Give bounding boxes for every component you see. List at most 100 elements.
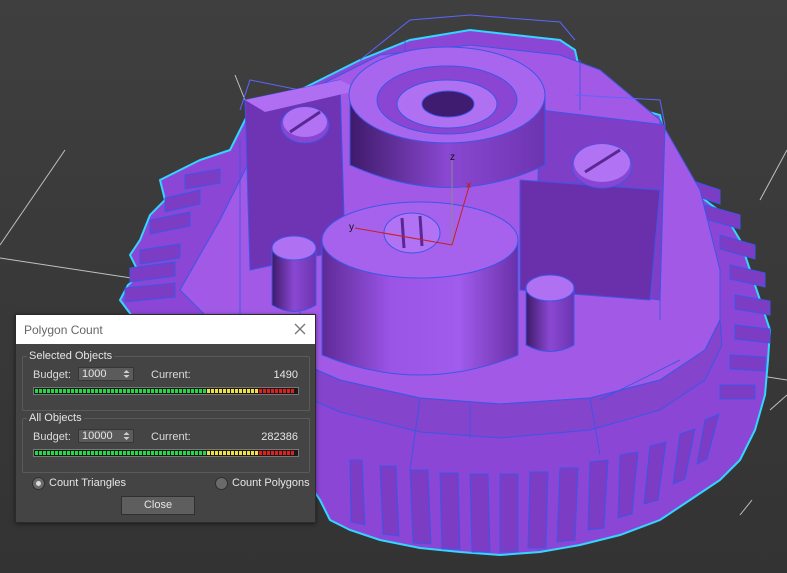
meter-segment: [267, 451, 270, 455]
meter-segment: [71, 451, 74, 455]
meter-segment: [151, 451, 154, 455]
meter-segment: [247, 451, 250, 455]
meter-segment: [291, 389, 294, 393]
meter-segment: [127, 451, 130, 455]
top-collar: [348, 46, 546, 188]
meter-segment: [215, 451, 218, 455]
meter-segment: [231, 451, 234, 455]
meter-segment: [203, 451, 206, 455]
meter-segment: [111, 451, 114, 455]
meter-segment: [219, 451, 222, 455]
spinner-arrows-icon[interactable]: [123, 369, 130, 379]
meter-segment: [175, 451, 178, 455]
meter-segment: [163, 451, 166, 455]
selected-budget-label: Budget:: [33, 369, 71, 381]
meter-segment: [151, 389, 154, 393]
all-budget-label: Budget:: [33, 431, 71, 443]
meter-segment: [147, 451, 150, 455]
meter-segment: [119, 389, 122, 393]
meter-segment: [139, 451, 142, 455]
meter-segment: [219, 389, 222, 393]
meter-segment: [135, 389, 138, 393]
meter-segment: [51, 389, 54, 393]
meter-segment: [43, 389, 46, 393]
selected-objects-legend: Selected Objects: [27, 350, 115, 362]
meter-segment: [95, 389, 98, 393]
meter-segment: [83, 389, 86, 393]
meter-segment: [255, 451, 258, 455]
meter-segment: [183, 389, 186, 393]
count-triangles-radio[interactable]: [32, 477, 45, 490]
meter-segment: [279, 451, 282, 455]
meter-segment: [171, 389, 174, 393]
axis-x-label: x: [466, 180, 471, 191]
meter-segment: [227, 389, 230, 393]
count-polygons-radio[interactable]: [215, 477, 228, 490]
meter-segment: [187, 389, 190, 393]
meter-segment: [207, 451, 210, 455]
meter-segment: [103, 451, 106, 455]
meter-segment: [215, 389, 218, 393]
spinner-arrows-icon[interactable]: [123, 431, 130, 441]
screw-head-left: [280, 106, 330, 144]
selected-budget-spinner[interactable]: 1000: [78, 367, 134, 381]
meter-segment: [155, 389, 158, 393]
meter-segment: [143, 451, 146, 455]
meter-segment: [283, 389, 286, 393]
meter-segment: [91, 389, 94, 393]
selected-budget-meter: [33, 387, 299, 395]
meter-segment: [95, 451, 98, 455]
meter-segment: [283, 451, 286, 455]
close-icon[interactable]: [291, 320, 309, 338]
meter-segment: [111, 389, 114, 393]
meter-segment: [131, 451, 134, 455]
meter-segment: [199, 451, 202, 455]
meter-segment: [163, 389, 166, 393]
count-polygons-label[interactable]: Count Polygons: [232, 477, 310, 489]
meter-segment: [107, 389, 110, 393]
meter-segment: [55, 451, 58, 455]
meter-segment: [287, 451, 290, 455]
meter-segment: [59, 451, 62, 455]
meter-segment: [139, 389, 142, 393]
dialog-titlebar[interactable]: Polygon Count: [16, 315, 315, 344]
meter-segment: [271, 389, 274, 393]
meter-segment: [143, 389, 146, 393]
meter-segment: [135, 451, 138, 455]
all-current-value: 282386: [261, 431, 298, 443]
all-objects-legend: All Objects: [27, 412, 84, 424]
count-triangles-label[interactable]: Count Triangles: [49, 477, 126, 489]
meter-segment: [131, 389, 134, 393]
meter-segment: [119, 451, 122, 455]
meter-segment: [247, 389, 250, 393]
meter-segment: [179, 451, 182, 455]
meter-segment: [227, 451, 230, 455]
meter-segment: [115, 389, 118, 393]
meter-segment: [195, 389, 198, 393]
meter-segment: [223, 451, 226, 455]
peg-left: [271, 235, 317, 312]
meter-segment: [167, 389, 170, 393]
meter-segment: [63, 451, 66, 455]
peg-right: [525, 274, 575, 352]
meter-segment: [251, 451, 254, 455]
meter-segment: [275, 389, 278, 393]
meter-segment: [239, 389, 242, 393]
meter-segment: [171, 451, 174, 455]
meter-segment: [75, 389, 78, 393]
meter-segment: [235, 389, 238, 393]
meter-segment: [43, 451, 46, 455]
close-button[interactable]: Close: [121, 496, 195, 515]
selected-current-label: Current:: [151, 369, 191, 381]
all-budget-spinner[interactable]: 10000: [78, 429, 134, 443]
meter-segment: [39, 389, 42, 393]
meter-segment: [123, 451, 126, 455]
meter-segment: [63, 389, 66, 393]
meter-segment: [47, 389, 50, 393]
meter-segment: [175, 389, 178, 393]
meter-segment: [47, 451, 50, 455]
meter-segment: [235, 451, 238, 455]
meter-segment: [251, 389, 254, 393]
meter-segment: [67, 451, 70, 455]
all-objects-group: All Objects Budget: 10000 Current: 28238…: [22, 412, 310, 473]
